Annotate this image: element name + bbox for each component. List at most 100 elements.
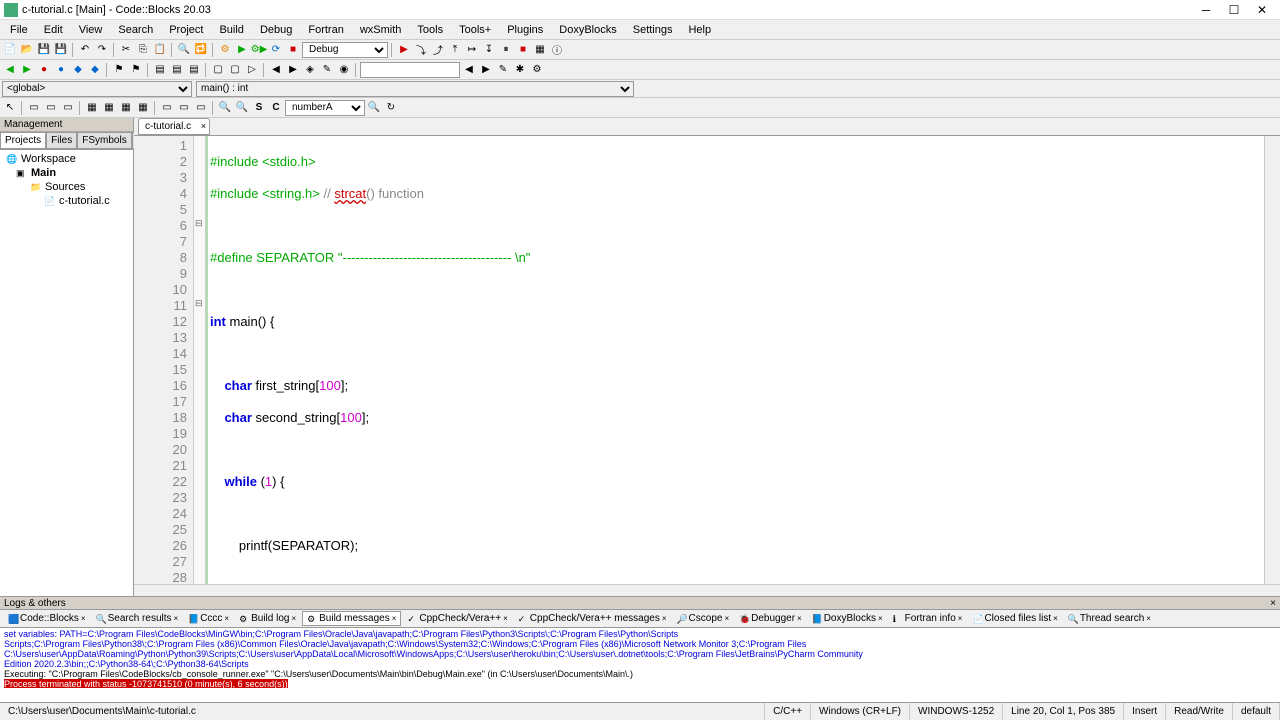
menu-project[interactable]: Project: [161, 22, 211, 38]
hl-icon[interactable]: ✎: [319, 62, 335, 78]
bp3-icon[interactable]: ◆: [70, 62, 86, 78]
menu-plugins[interactable]: Plugins: [499, 22, 551, 38]
tab-closedfiles[interactable]: 📄Closed files list×: [968, 612, 1061, 625]
menu-edit[interactable]: Edit: [36, 22, 71, 38]
fwd-icon[interactable]: ▶: [19, 62, 35, 78]
grp2-icon[interactable]: ▦: [101, 100, 117, 116]
debug-stop-icon[interactable]: ■: [515, 42, 531, 58]
cut-icon[interactable]: ✂: [118, 42, 134, 58]
bp2-icon[interactable]: ●: [53, 62, 69, 78]
logs-close-icon[interactable]: ×: [1270, 598, 1276, 609]
copy-icon[interactable]: ⎘: [135, 42, 151, 58]
mark-icon[interactable]: ◈: [302, 62, 318, 78]
run2-icon[interactable]: ▷: [244, 62, 260, 78]
c-btn[interactable]: C: [268, 100, 284, 116]
debug-run-icon[interactable]: ▶: [396, 42, 412, 58]
wid2-icon[interactable]: ▭: [176, 100, 192, 116]
break-icon[interactable]: ⏸: [498, 42, 514, 58]
grp3-icon[interactable]: ▦: [118, 100, 134, 116]
redo-icon[interactable]: ↷: [94, 42, 110, 58]
buildrun-icon[interactable]: ⚙▶: [251, 42, 267, 58]
zoomin-icon[interactable]: 🔍: [217, 100, 233, 116]
menu-file[interactable]: File: [2, 22, 36, 38]
goto-icon[interactable]: 🔍: [366, 100, 382, 116]
abort-icon[interactable]: ■: [285, 42, 301, 58]
tab-cscope[interactable]: 🔎Cscope×: [673, 612, 734, 625]
step-out-icon[interactable]: ⤒: [447, 42, 463, 58]
tab-codeblocks[interactable]: 🟦Code::Blocks×: [4, 612, 90, 625]
scope-combo[interactable]: <global>: [2, 81, 192, 97]
step-icon[interactable]: ⤵: [413, 42, 429, 58]
info-icon[interactable]: ⓘ: [549, 42, 565, 58]
tab-searchresults[interactable]: 🔍Search results×: [92, 612, 183, 625]
tab-threadsearch[interactable]: 🔍Thread search×: [1064, 612, 1155, 625]
code-content[interactable]: #include <stdio.h> #include <string.h> /…: [206, 136, 1264, 584]
maximize-button[interactable]: ☐: [1220, 2, 1248, 18]
hl2-icon[interactable]: ◉: [336, 62, 352, 78]
new-icon[interactable]: 📄: [2, 42, 18, 58]
tab-doxy[interactable]: 📘DoxyBlocks×: [808, 612, 887, 625]
wid3-icon[interactable]: ▭: [193, 100, 209, 116]
grp4-icon[interactable]: ▦: [135, 100, 151, 116]
search-next-icon[interactable]: ▶: [478, 62, 494, 78]
doc2-icon[interactable]: ▤: [169, 62, 185, 78]
next-icon[interactable]: ↦: [464, 42, 480, 58]
undo-icon[interactable]: ↶: [77, 42, 93, 58]
bp-icon[interactable]: ●: [36, 62, 52, 78]
debugwin-icon[interactable]: ▦: [532, 42, 548, 58]
menu-wxsmith[interactable]: wxSmith: [352, 22, 410, 38]
tab-cccc[interactable]: 📘Cccc×: [184, 612, 233, 625]
wid1-icon[interactable]: ▭: [159, 100, 175, 116]
menu-doxy[interactable]: DoxyBlocks: [551, 22, 624, 38]
tab-cppcheck[interactable]: ✓CppCheck/Vera++×: [403, 612, 511, 625]
project-tree[interactable]: 🌐Workspace ▣Main 📁Sources 📄c-tutorial.c: [0, 150, 133, 596]
menu-debug[interactable]: Debug: [252, 22, 300, 38]
log-content[interactable]: set variables: PATH=C:\Program Files\Cod…: [0, 628, 1280, 688]
tree-sourcefile[interactable]: 📄c-tutorial.c: [2, 194, 131, 208]
step-over-icon[interactable]: ⤴: [430, 42, 446, 58]
btn2-icon[interactable]: ▭: [43, 100, 59, 116]
opt-icon[interactable]: ⚙: [529, 62, 545, 78]
s-btn[interactable]: S: [251, 100, 267, 116]
doc1-icon[interactable]: ▤: [152, 62, 168, 78]
flag1-icon[interactable]: ⚑: [111, 62, 127, 78]
tab-buildlog[interactable]: ⚙Build log×: [235, 612, 300, 625]
vertical-scrollbar[interactable]: [1264, 136, 1280, 584]
refresh-icon[interactable]: ↻: [383, 100, 399, 116]
search-prev-icon[interactable]: ◀: [461, 62, 477, 78]
paste-icon[interactable]: 📋: [152, 42, 168, 58]
fold-icon[interactable]: ⊟: [195, 298, 203, 309]
menu-toolsplus[interactable]: Tools+: [451, 22, 499, 38]
tab-fortran[interactable]: ℹFortran info×: [889, 612, 967, 625]
run-icon[interactable]: ▶: [234, 42, 250, 58]
fold-icon[interactable]: ⊟: [195, 218, 203, 229]
clr-icon[interactable]: ✱: [512, 62, 528, 78]
open-icon[interactable]: 📂: [19, 42, 35, 58]
zoomout-icon[interactable]: 🔍: [234, 100, 250, 116]
tree-sources[interactable]: 📁Sources: [2, 180, 131, 194]
doc3-icon[interactable]: ▤: [186, 62, 202, 78]
btn3-icon[interactable]: ▭: [60, 100, 76, 116]
tab-close-icon[interactable]: ×: [201, 121, 206, 131]
rect-icon[interactable]: ▭: [26, 100, 42, 116]
tab-fsymbols[interactable]: FSymbols: [77, 132, 131, 149]
saveall-icon[interactable]: 💾: [53, 42, 69, 58]
fold-column[interactable]: ⊟ ⊟: [194, 136, 206, 584]
prev-icon[interactable]: ◀: [268, 62, 284, 78]
cmt-icon[interactable]: ▢: [210, 62, 226, 78]
uncmt-icon[interactable]: ▢: [227, 62, 243, 78]
tab-files[interactable]: Files: [46, 132, 77, 149]
code-editor[interactable]: 1234567891011121314151617181920212223242…: [134, 136, 1280, 584]
bp4-icon[interactable]: ◆: [87, 62, 103, 78]
menu-help[interactable]: Help: [680, 22, 719, 38]
tab-cppcheckmsg[interactable]: ✓CppCheck/Vera++ messages×: [514, 612, 671, 625]
save-icon[interactable]: 💾: [36, 42, 52, 58]
tab-buildmsg[interactable]: ⚙Build messages×: [302, 611, 401, 626]
menu-settings[interactable]: Settings: [625, 22, 681, 38]
select-icon[interactable]: ↖: [2, 100, 18, 116]
menu-tools[interactable]: Tools: [409, 22, 451, 38]
tab-projects[interactable]: Projects: [0, 132, 46, 149]
flag2-icon[interactable]: ⚑: [128, 62, 144, 78]
file-tab[interactable]: c-tutorial.c×: [138, 118, 210, 135]
find-icon[interactable]: 🔍: [176, 42, 192, 58]
